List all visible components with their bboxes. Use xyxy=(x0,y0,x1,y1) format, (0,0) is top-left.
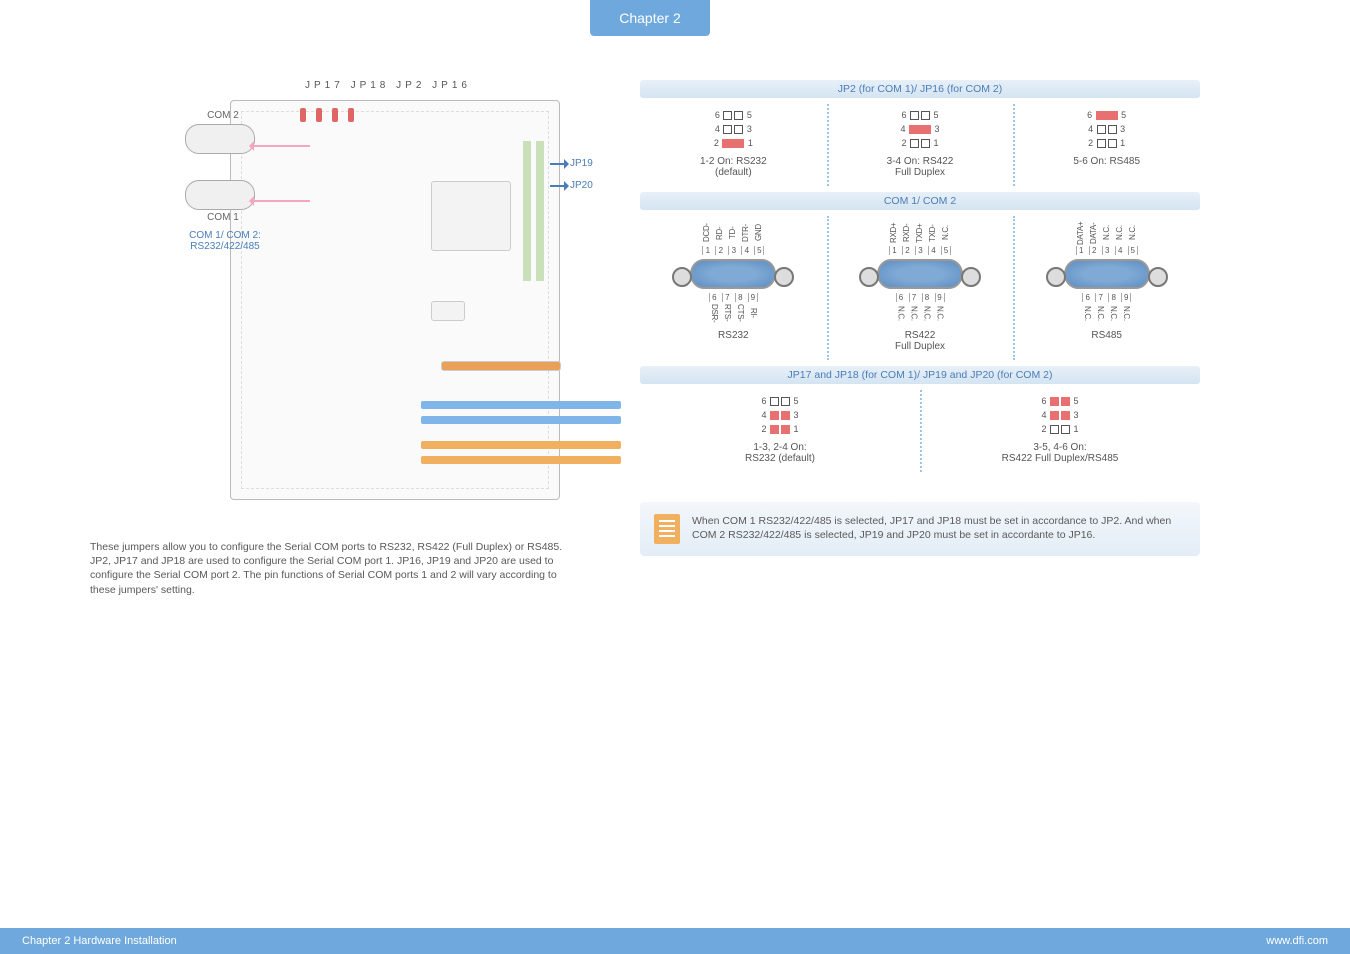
com-mode-line1: COM 1/ COM 2: xyxy=(189,230,261,241)
description-text: These jumpers allow you to configure the… xyxy=(90,540,580,597)
chapter-tab: Chapter 2 xyxy=(590,0,710,36)
jumper-cell: 65 43 21 3-5, 4-6 On:RS422 Full Duplex/R… xyxy=(920,394,1200,464)
arrow-icon xyxy=(550,185,568,187)
jp20-label: JP20 xyxy=(570,180,593,191)
jumper-cell: 65 43 21 1-3, 2-4 On:RS232 (default) xyxy=(640,394,920,464)
serial-connector-cell: DCD-RD-TD-DTR-GND 12345 6789 DSR-RTS-CTS… xyxy=(640,220,827,341)
dsub-connector-icon xyxy=(877,259,963,289)
dsub-connector-icon xyxy=(690,259,776,289)
page-footer: Chapter 2 Hardware Installation www.dfi.… xyxy=(0,928,1350,954)
note-text: When COM 1 RS232/422/485 is selected, JP… xyxy=(692,514,1186,544)
com-mode-line2: RS232/422/485 xyxy=(190,241,260,252)
table2-title: COM 1/ COM 2 xyxy=(640,192,1200,210)
com2-label: COM 2 xyxy=(200,110,246,121)
dsub-connector-icon xyxy=(1064,259,1150,289)
jp19-label: JP19 xyxy=(570,158,593,169)
jumper-cell: 65 43 21 1-2 On: RS232(default) xyxy=(640,108,827,178)
note-callout: When COM 1 RS232/422/485 is selected, JP… xyxy=(640,502,1200,556)
arrow-icon xyxy=(250,200,310,202)
table1-title: JP2 (for COM 1)/ JP16 (for COM 2) xyxy=(640,80,1200,98)
footer-left: Chapter 2 Hardware Installation xyxy=(22,935,177,947)
jumper-dots xyxy=(300,108,354,122)
board-outline xyxy=(230,100,560,500)
note-icon xyxy=(654,514,680,544)
serial-connector-cell: RXD+RXD-TXD+TXD-N.C. 12345 6789 N.C.N.C.… xyxy=(827,220,1014,352)
table2-row: DCD-RD-TD-DTR-GND 12345 6789 DSR-RTS-CTS… xyxy=(640,210,1200,366)
serial-connector-cell: DATA+DATA-N.C.N.C.N.C. 12345 6789 N.C.N.… xyxy=(1013,220,1200,341)
table3-row: 65 43 21 1-3, 2-4 On:RS232 (default) 65 … xyxy=(640,384,1200,478)
arrow-icon xyxy=(550,163,568,165)
table3-title: JP17 and JP18 (for COM 1)/ JP19 and JP20… xyxy=(640,366,1200,384)
arrow-icon xyxy=(250,145,310,147)
jumper-cell: 65 43 21 3-4 On: RS422Full Duplex xyxy=(827,108,1014,178)
com-mode-note: COM 1/ COM 2: RS232/422/485 xyxy=(170,230,280,252)
footer-right: www.dfi.com xyxy=(1266,935,1328,947)
jumper-top-labels: JP17 JP18 JP2 JP16 xyxy=(305,80,471,91)
motherboard-diagram: JP17 JP18 JP2 JP16 COM 2 COM 1 COM 1/ CO… xyxy=(90,80,580,510)
table1-row: 65 43 21 1-2 On: RS232(default) 65 43 21… xyxy=(640,98,1200,192)
jumper-cell: 65 43 21 5-6 On: RS485 xyxy=(1013,108,1200,167)
com1-label: COM 1 xyxy=(200,212,246,223)
